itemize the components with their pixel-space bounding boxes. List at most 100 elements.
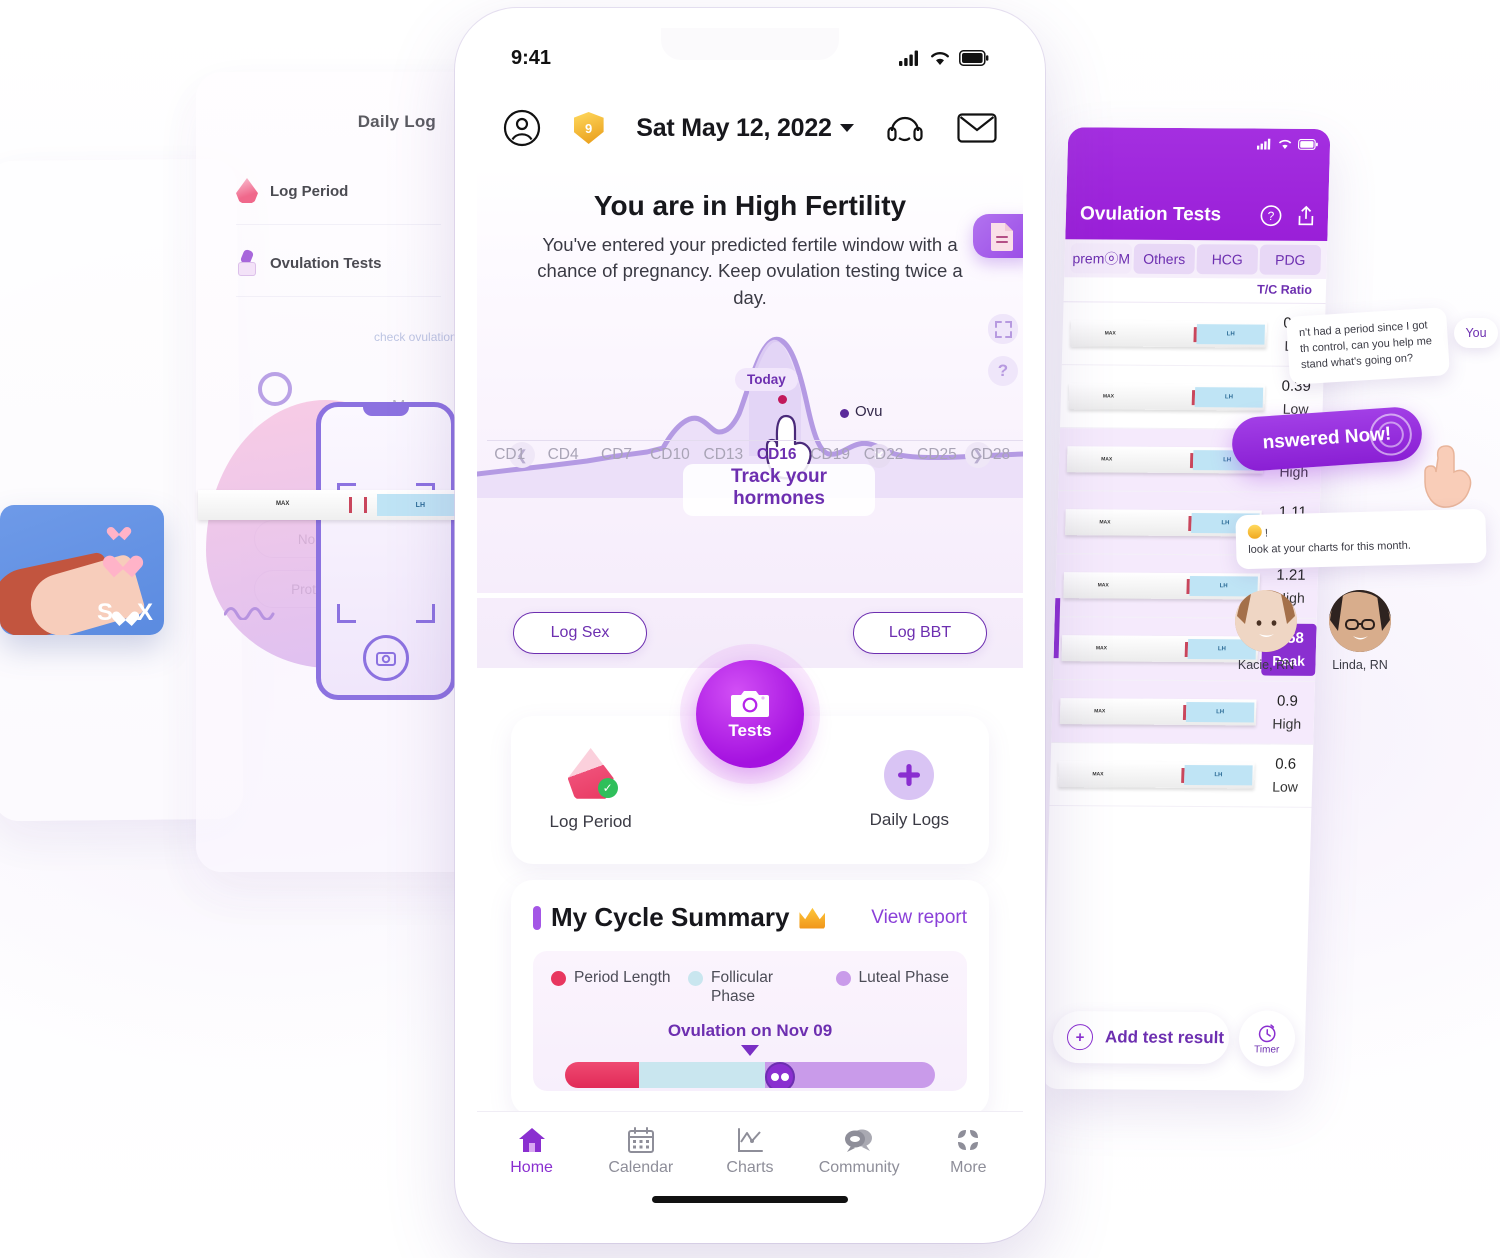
daily-log-row-ovulation-tests[interactable]: Ovulation Tests [236, 230, 441, 297]
strip-lh-label: LH [1184, 764, 1253, 786]
quick-action-daily-logs[interactable]: Daily Logs [844, 750, 974, 830]
scan-corner-br-icon [416, 604, 435, 623]
cycle-summary-card: My Cycle Summary View report Period Leng… [511, 880, 989, 1116]
tests-button[interactable]: Tests [696, 660, 804, 768]
avatar-face-icon [1235, 590, 1297, 652]
nurse-avatars: Kacie, RN Linda, RN [1232, 590, 1394, 672]
tab-label: Community [818, 1159, 900, 1176]
daily-log-row-log-period[interactable]: Log Period [236, 158, 441, 225]
x-label[interactable]: CD4 [536, 446, 589, 464]
sex-card-label: SX [96, 599, 154, 626]
nurse-item: Kacie, RN [1232, 590, 1300, 672]
more-icon [958, 1130, 979, 1150]
title-accent-bar [533, 905, 541, 930]
view-report-link[interactable]: View report [871, 907, 967, 929]
test-strip-image: MAX LH [1065, 509, 1262, 537]
x-label[interactable]: CD10 [643, 446, 696, 464]
legend-swatch [835, 971, 851, 986]
tab-pdg[interactable]: PDG [1259, 244, 1322, 276]
question-icon[interactable]: ? [1260, 205, 1283, 227]
calendar-icon [627, 1127, 654, 1153]
ovulation-tests-footer: + Add test result Timer [1042, 1009, 1306, 1067]
x-label[interactable]: CD1 [483, 446, 536, 464]
strip-max-label: MAX [1095, 645, 1108, 652]
tap-ripple-icon [1368, 412, 1414, 457]
x-label-active[interactable]: CD16 [750, 446, 803, 464]
result-values: 0.6 Low [1258, 750, 1313, 802]
legend-swatch [551, 971, 566, 986]
report-tab-button[interactable] [973, 214, 1023, 258]
tab-premom[interactable]: premⓞM [1070, 243, 1133, 274]
tab-label: Calendar [608, 1159, 674, 1176]
x-label[interactable]: CD28 [964, 446, 1017, 464]
ovulation-pointer-icon [741, 1044, 759, 1056]
chart-x-axis [487, 440, 1023, 441]
right-status-bar [1256, 138, 1318, 150]
log-sex-button[interactable]: Log Sex [513, 612, 647, 654]
tc-ratio-header: T/C Ratio [1063, 277, 1327, 305]
add-test-result-button[interactable]: + Add test result [1052, 1010, 1230, 1065]
cycle-legend-box: Period Length Follicular Phase Luteal Ph… [533, 951, 967, 1091]
tab-calendar[interactable]: Calendar [591, 1126, 691, 1177]
scan-corner-bl-icon [337, 604, 356, 623]
status-bar: 9:41 [477, 28, 1023, 88]
daily-log-title: Daily Log [357, 112, 436, 131]
battery-icon [959, 50, 989, 66]
ovu-marker-label: Ovu [855, 403, 883, 420]
avatar-face-icon [1329, 590, 1391, 652]
tooltip-line-1: Track your [730, 466, 828, 487]
quick-action-label: Log Period [549, 812, 632, 831]
tc-ratio-value: 0.6 [1275, 755, 1297, 773]
tab-others[interactable]: Others [1133, 243, 1196, 275]
expand-button[interactable] [988, 314, 1018, 344]
strip-max-label: MAX [1092, 771, 1104, 778]
tab-charts[interactable]: Charts [700, 1126, 800, 1177]
wifi-icon [1278, 139, 1292, 149]
x-label[interactable]: CD7 [590, 446, 643, 464]
x-label[interactable]: CD22 [857, 446, 910, 464]
heart-icon-large [110, 548, 135, 571]
ovulation-tests-header: Ovulation Tests ? [1065, 127, 1331, 242]
tab-community[interactable]: Community [809, 1126, 909, 1177]
legend-item-luteal: Luteal Phase [835, 969, 949, 1007]
cycle-summary-title-wrap: My Cycle Summary [533, 902, 825, 933]
tab-more[interactable]: More [918, 1126, 1018, 1177]
date-selector[interactable]: Sat May 12, 2022 [636, 114, 854, 143]
check-icon: ✓ [597, 778, 618, 798]
share-icon[interactable] [1296, 205, 1317, 227]
smile-emoji-icon [1247, 524, 1262, 539]
nurse-item: Linda, RN [1326, 590, 1394, 672]
profile-icon[interactable] [503, 109, 541, 147]
status-badge: Low [1272, 778, 1299, 795]
community-icon [845, 1129, 873, 1152]
x-label[interactable]: CD25 [910, 446, 963, 464]
daily-log-hint: check ovulation [374, 330, 457, 344]
quick-action-log-period[interactable]: ✓ Log Period [526, 748, 656, 832]
mail-icon[interactable] [957, 112, 997, 144]
tab-hcg[interactable]: HCG [1196, 244, 1259, 275]
x-label[interactable]: CD13 [697, 446, 750, 464]
badge-number: 9 [584, 120, 593, 136]
chat-bubble-user: n't had a period since I got th control,… [1286, 307, 1450, 385]
table-row[interactable]: MAX LH 0.22 Low [1061, 302, 1326, 368]
cycle-legend: Period Length Follicular Phase Luteal Ph… [551, 969, 949, 1007]
x-label[interactable]: CD19 [803, 446, 856, 464]
legend-item-period: Period Length [551, 969, 671, 1007]
tab-label: Charts [726, 1159, 774, 1176]
period-drop-check-icon: ✓ [568, 748, 618, 802]
svg-text:?: ? [1267, 209, 1274, 223]
legend-label: Follicular Phase [711, 969, 774, 1005]
timer-button[interactable]: Timer [1238, 1010, 1296, 1067]
log-bbt-button[interactable]: Log BBT [853, 612, 987, 654]
quick-action-label: Daily Logs [869, 810, 949, 829]
chart-x-labels: CD1 CD4 CD7 CD10 CD13 CD16 CD19 CD22 CD2… [477, 446, 1023, 464]
plus-circle-icon: + [1066, 1024, 1094, 1051]
headset-icon[interactable] [886, 111, 924, 145]
table-row[interactable]: MAX LH 0.9 High [1051, 680, 1316, 745]
reward-badge-icon[interactable]: 9 [574, 112, 604, 144]
legend-item-follicular: Follicular Phase [688, 969, 818, 1007]
help-button[interactable]: ? [988, 356, 1018, 386]
table-row[interactable]: MAX LH 0.6 Low [1049, 743, 1314, 808]
decor-squiggle-icon [224, 607, 275, 620]
tab-home[interactable]: Home [482, 1126, 582, 1177]
